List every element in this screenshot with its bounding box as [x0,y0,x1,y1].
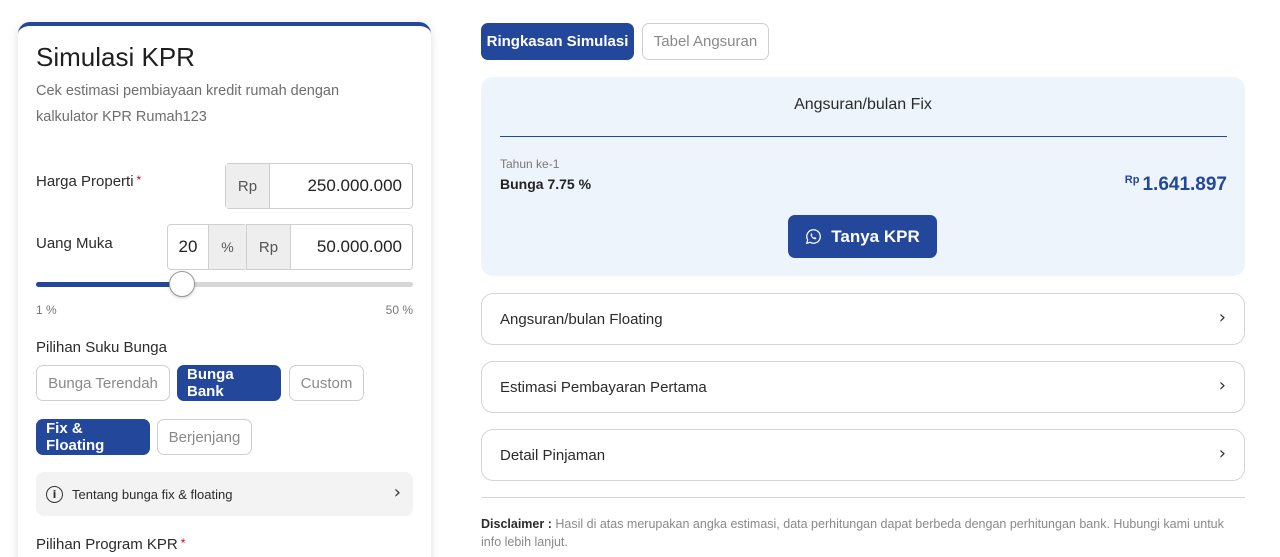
rate-option-lowest[interactable]: Bunga Terendah [36,365,170,401]
dp-currency-prefix: Rp [246,225,291,269]
dp-amount-input[interactable]: Rp 50.000.000 [246,224,413,270]
tab-installment-table[interactable]: Tabel Angsuran [642,23,769,60]
info-fix-floating-text: Tentang bunga fix & floating [72,486,233,502]
monthly-installment-amount: Rp 1.641.897 [1125,174,1227,196]
whatsapp-icon [806,229,822,245]
dp-percent-input[interactable]: 20 % [167,224,247,270]
disclaimer: Disclaimer : Hasil di atas merupakan ang… [481,515,1245,551]
accordion-floating-installment[interactable]: Angsuran/bulan Floating › [481,293,1245,345]
dp-percent-value[interactable]: 20 [168,225,208,269]
amount-value: 1.641.897 [1142,174,1227,195]
chevron-right-icon: › [1218,443,1226,464]
price-label-text: Harga Properti [36,173,134,190]
price-currency-prefix: Rp [226,164,270,208]
rate-option-custom[interactable]: Custom [289,365,364,401]
card-subtitle: Cek estimasi pembiayaan kredit rumah den… [36,83,340,125]
summary-panel: Angsuran/bulan Fix Tahun ke-1 Bunga 7.75… [481,77,1245,276]
info-fix-floating-row[interactable]: i Tentang bunga fix & floating › [36,472,413,516]
slider-max-label: 50 % [385,303,413,317]
price-value[interactable]: 250.000.000 [270,164,412,208]
dp-label: Uang Muka [36,235,113,252]
accordion-label: Angsuran/bulan Floating [500,310,663,328]
ask-kpr-button[interactable]: Tanya KPR [788,215,937,258]
program-label-text: Pilihan Program KPR [36,536,178,553]
rate-option-bank[interactable]: Bunga Bank [177,365,281,401]
dp-slider-fill [36,282,183,287]
chevron-right-icon: › [393,482,401,503]
rate-type-fix-floating[interactable]: Fix & Floating [36,419,150,455]
accordion-label: Detail Pinjaman [500,446,606,464]
accordion-loan-detail[interactable]: Detail Pinjaman › [481,429,1245,481]
disclaimer-label: Disclaimer : [481,517,552,531]
program-label: Pilihan Program KPR * [36,536,185,553]
percent-symbol: % [208,225,246,269]
summary-title: Angsuran/bulan Fix [794,96,932,113]
amount-currency: Rp [1124,174,1140,186]
dp-slider-thumb[interactable] [169,271,196,297]
ask-kpr-label: Tanya KPR [831,226,920,246]
tab-summary[interactable]: Ringkasan Simulasi [481,23,634,60]
chevron-right-icon: › [1218,307,1226,328]
divider [481,497,1245,498]
price-label: Harga Properti * [36,173,141,190]
summary-divider [500,136,1227,137]
card-title: Simulasi KPR [36,42,195,72]
disclaimer-text: Hasil di atas merupakan angka estimasi, … [481,517,1224,549]
kpr-simulation-card: Simulasi KPR Cek estimasi pembiayaan kre… [18,22,431,557]
rate-type-tiered[interactable]: Berjenjang [157,419,252,455]
accordion-first-payment[interactable]: Estimasi Pembayaran Pertama › [481,361,1245,413]
info-icon: i [46,485,63,503]
required-mark: * [180,536,186,550]
slider-min-label: 1 % [36,303,57,317]
required-mark: * [136,173,142,187]
rate-option-label: Pilihan Suku Bunga [36,339,167,356]
accordion-label: Estimasi Pembayaran Pertama [500,378,707,396]
dp-slider[interactable] [36,271,413,297]
chevron-right-icon: › [1218,375,1226,396]
dp-amount-value[interactable]: 50.000.000 [291,225,412,269]
year-label: Tahun ke-1 [500,157,560,171]
rate-label: Bunga 7.75 % [500,176,592,192]
price-input[interactable]: Rp 250.000.000 [225,163,413,209]
